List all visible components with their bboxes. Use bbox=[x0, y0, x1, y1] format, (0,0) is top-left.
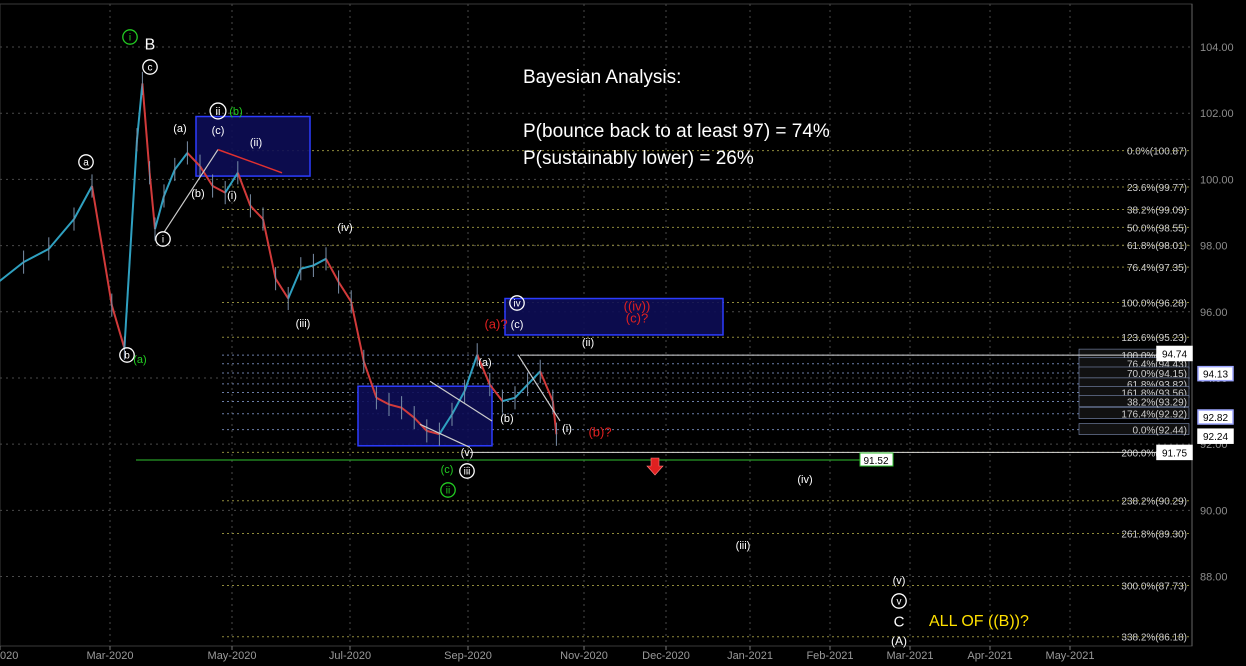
price-badge-value: 94.13 bbox=[1203, 370, 1228, 381]
target-zone-box bbox=[504, 297, 724, 336]
y-tick-label: 104.00 bbox=[1200, 42, 1234, 54]
fib-level-label: 50.0%(98.55) bbox=[1127, 223, 1187, 234]
x-tick-label: Feb-2021 bbox=[806, 650, 853, 662]
y-tick-label: 88.00 bbox=[1200, 572, 1228, 584]
y-tick-label: 90.00 bbox=[1200, 505, 1228, 517]
fib-level-label: 0.0%(100.87) bbox=[1127, 147, 1187, 158]
wave-label: (A) bbox=[891, 634, 907, 648]
wave-label: iii bbox=[464, 467, 471, 478]
wave-label: (b)? bbox=[588, 425, 611, 440]
fib-level-label: 176.4%(92.92) bbox=[1121, 410, 1187, 421]
wave-label: (a)? bbox=[484, 317, 507, 332]
x-tick-label: 020 bbox=[0, 650, 18, 662]
y-tick-label: 100.00 bbox=[1200, 174, 1234, 186]
fib-level-label: 61.8%(98.01) bbox=[1127, 241, 1187, 252]
wave-label: v bbox=[897, 597, 902, 608]
fib-level-label: 300.0%(87.73) bbox=[1121, 581, 1187, 592]
fib-level-label: 0.0%(92.44) bbox=[1133, 426, 1187, 437]
wave-label: (a) bbox=[173, 123, 186, 135]
x-tick-label: Apr-2021 bbox=[967, 650, 1012, 662]
chart-window: 104.00102.00100.0098.0096.0094.0092.0090… bbox=[0, 0, 1246, 666]
x-tick-label: May-2021 bbox=[1046, 650, 1095, 662]
fib-level-label: 261.8%(89.30) bbox=[1121, 529, 1187, 540]
wave-label: (c) bbox=[441, 464, 454, 476]
wave-label: (iv) bbox=[337, 222, 352, 234]
wave-label: (b) bbox=[191, 188, 204, 200]
wave-label: i bbox=[129, 33, 131, 44]
wave-label: (c) bbox=[212, 125, 225, 137]
wave-label: (a) bbox=[478, 357, 491, 369]
wave-label: iv bbox=[513, 299, 520, 310]
x-tick-label: Jan-2021 bbox=[727, 650, 773, 662]
fib-level-label: 76.4%(97.35) bbox=[1127, 263, 1187, 274]
wave-label: (ii) bbox=[582, 337, 594, 349]
fib-level-label: 38.2%(99.09) bbox=[1127, 206, 1187, 217]
y-tick-label: 98.00 bbox=[1200, 241, 1228, 253]
x-tick-label: Jul-2020 bbox=[329, 650, 371, 662]
x-tick-label: Dec-2020 bbox=[642, 650, 690, 662]
wave-label: c bbox=[148, 63, 153, 74]
price-badge-value: 92.24 bbox=[1203, 432, 1228, 443]
wave-label: (iii) bbox=[736, 540, 751, 552]
fib-level-label: 238.2%(90.29) bbox=[1121, 497, 1187, 508]
wave-label: (b) bbox=[500, 413, 513, 425]
price-badge-value: 92.82 bbox=[1203, 413, 1228, 424]
x-tick-label: Mar-2020 bbox=[86, 650, 133, 662]
wave-label: (i) bbox=[562, 423, 572, 435]
wave-label: (i) bbox=[227, 190, 237, 202]
wave-label: b bbox=[124, 351, 130, 362]
wave-label: ii bbox=[446, 486, 450, 497]
x-tick-label: Sep-2020 bbox=[444, 650, 492, 662]
wave-label: (v) bbox=[461, 447, 474, 459]
y-tick-label: 96.00 bbox=[1200, 307, 1228, 319]
annotation-line: P(sustainably lower) = 26% bbox=[523, 148, 754, 169]
target-zone-box bbox=[357, 385, 493, 447]
wave-label: (v) bbox=[893, 575, 906, 587]
price-badge-value: 94.74 bbox=[1162, 349, 1187, 360]
fib-level-label: 338.2%(86.18) bbox=[1121, 633, 1187, 644]
wave-label: (c) bbox=[511, 319, 524, 331]
wave-label: (iv) bbox=[797, 474, 812, 486]
price-badge-value: 91.75 bbox=[1162, 448, 1187, 459]
x-tick-label: Nov-2020 bbox=[560, 650, 608, 662]
fib-level-label: 123.6%(95.23) bbox=[1121, 333, 1187, 344]
support-value: 91.52 bbox=[863, 456, 888, 467]
wave-label: ii bbox=[216, 106, 221, 118]
annotation-line: P(bounce back to at least 97) = 74% bbox=[523, 121, 830, 142]
wave-label: i bbox=[162, 235, 164, 246]
footer-annotation: ALL OF ((B))? bbox=[929, 613, 1029, 630]
wave-label: (c)? bbox=[626, 311, 648, 326]
fib-level-label: 23.6%(99.77) bbox=[1127, 183, 1187, 194]
y-tick-label: 102.00 bbox=[1200, 108, 1234, 120]
fib-level-label: 38.2%(93.29) bbox=[1127, 397, 1187, 408]
wave-label: (ii) bbox=[250, 137, 262, 149]
wave-label: (iii) bbox=[296, 318, 311, 330]
price-chart: 104.00102.00100.0098.0096.0094.0092.0090… bbox=[0, 3, 1234, 662]
annotation-title: Bayesian Analysis: bbox=[523, 67, 681, 88]
wave-label: (b) bbox=[229, 106, 242, 118]
wave-label: B bbox=[145, 37, 156, 54]
wave-label: (a) bbox=[133, 354, 146, 366]
x-tick-label: Mar-2021 bbox=[886, 650, 933, 662]
wave-label: a bbox=[83, 158, 89, 169]
fib-level-label: 100.0%(96.28) bbox=[1121, 298, 1187, 309]
x-tick-label: May-2020 bbox=[208, 650, 257, 662]
wave-label: C bbox=[894, 613, 905, 630]
